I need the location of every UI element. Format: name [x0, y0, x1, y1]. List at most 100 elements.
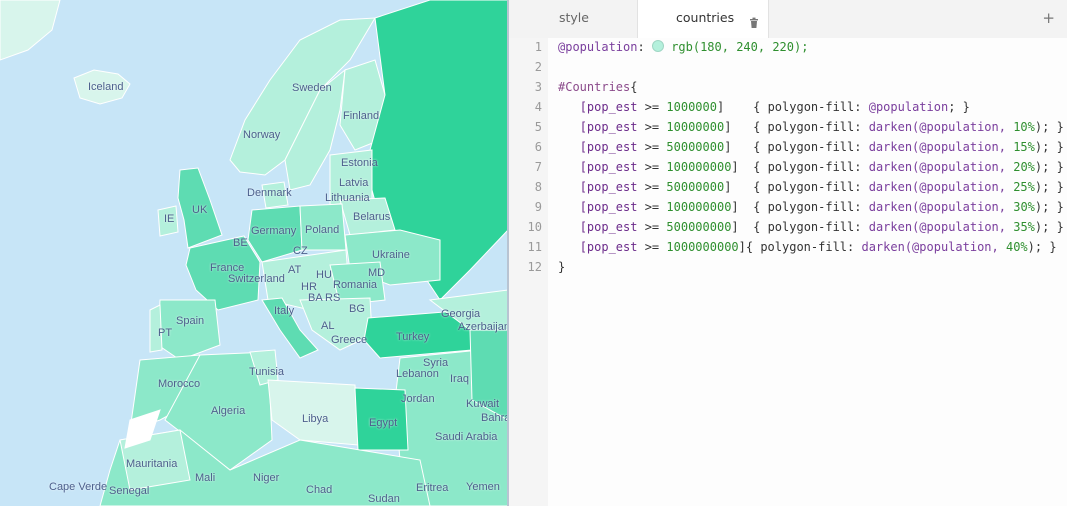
rule-arg: 25%: [1013, 180, 1035, 194]
filter-field: [pop_est: [579, 100, 638, 114]
filter-value: 50000000: [666, 180, 725, 194]
rule-value: darken(@population,: [868, 140, 1014, 154]
line-number: 7: [534, 160, 542, 174]
map-view[interactable]: Iceland Sweden Norway Finland Estonia La…: [0, 0, 508, 506]
trash-icon[interactable]: [748, 7, 760, 28]
label-italy: Italy: [274, 305, 295, 317]
label-spain: Spain: [176, 315, 205, 327]
spacing: [731, 140, 745, 154]
line-number: 8: [534, 180, 542, 194]
rule-end: ); }: [1034, 200, 1064, 214]
selector: #Countries: [558, 80, 631, 94]
rule-value: @population: [868, 100, 949, 114]
spacing: [731, 120, 745, 134]
rule-arg: 15%: [1013, 140, 1035, 154]
label-latvia: Latvia: [339, 177, 369, 189]
color-swatch-icon[interactable]: [651, 40, 664, 52]
rule-end: ); }: [1034, 180, 1064, 194]
code-line-11: [pop_est >= 1000000000]{ polygon-fill: d…: [558, 240, 1057, 254]
rule-arg: 30%: [1013, 200, 1035, 214]
rule-end: ); }: [1034, 140, 1064, 154]
line-number: 6: [534, 140, 542, 154]
filter-close: ]: [738, 240, 746, 254]
label-azerbaijan: Azerbaijan: [458, 321, 508, 333]
filter-field: [pop_est: [579, 140, 638, 154]
filter-field: [pop_est: [579, 200, 638, 214]
label-yemen: Yemen: [466, 481, 500, 493]
rule-value: darken(@population,: [868, 220, 1014, 234]
label-morocco: Morocco: [158, 378, 201, 390]
code-line-10: [pop_est >= 500000000] { polygon-fill: d…: [558, 220, 1064, 234]
line-number: 1: [534, 40, 542, 54]
spacing: [739, 200, 746, 214]
rule-value: darken(@population,: [861, 240, 1006, 254]
label-lebanon: Lebanon: [396, 368, 439, 380]
label-al: AL: [321, 320, 335, 332]
rule-end: ); }: [1034, 220, 1064, 234]
filter-op: >=: [637, 120, 667, 134]
rule: { polygon-fill:: [745, 240, 862, 254]
filter-op: >=: [637, 140, 667, 154]
label-cape-verde: Cape Verde: [49, 481, 108, 493]
rule-end: ); }: [1034, 160, 1064, 174]
label-sudan: Sudan: [368, 493, 400, 505]
label-at: AT: [288, 264, 302, 276]
spacing: [724, 100, 746, 114]
filter-value: 10000000: [666, 120, 725, 134]
filter-value: 500000000: [666, 220, 732, 234]
filter-field: [pop_est: [579, 120, 638, 134]
rule-value: darken(@population,: [868, 160, 1014, 174]
label-mauritania: Mauritania: [126, 458, 178, 470]
rule-arg: 20%: [1013, 160, 1035, 174]
line-number: 11: [527, 240, 542, 254]
label-romania: Romania: [333, 279, 378, 291]
label-hu: HU: [316, 269, 332, 281]
label-libya: Libya: [302, 413, 329, 425]
label-norway: Norway: [243, 129, 281, 141]
line-number: 10: [527, 220, 542, 234]
label-egypt: Egypt: [369, 417, 398, 429]
code-line-5: [pop_est >= 10000000] { polygon-fill: da…: [558, 120, 1064, 134]
filter-field: [pop_est: [579, 220, 638, 234]
rule: { polygon-fill:: [753, 180, 869, 194]
line-number: 3: [534, 80, 542, 94]
tab-countries-label: countries: [676, 10, 735, 25]
filter-op: >=: [637, 180, 667, 194]
code-line-9: [pop_est >= 100000000] { polygon-fill: d…: [558, 200, 1064, 214]
label-chad: Chad: [306, 484, 333, 496]
label-poland: Poland: [305, 224, 340, 236]
rule-end: ); }: [1027, 240, 1057, 254]
close-brace: }: [558, 260, 566, 274]
variable-name: @population: [558, 40, 638, 54]
label-germany: Germany: [251, 225, 297, 237]
line-number: 2: [534, 60, 542, 74]
filter-field: [pop_est: [579, 240, 638, 254]
spacing: [739, 220, 746, 234]
rule-value: darken(@population,: [868, 120, 1014, 134]
code-line-3: #Countries{: [558, 80, 637, 94]
label-pt: PT: [158, 327, 173, 339]
code-line-1: @population: rgb(180, 240, 220);: [558, 40, 808, 54]
label-kuwait: Kuwait: [466, 398, 500, 410]
rule-arg: 35%: [1013, 220, 1035, 234]
label-lithuania: Lithuania: [325, 192, 370, 204]
add-tab-button[interactable]: +: [1042, 0, 1055, 36]
label-estonia: Estonia: [341, 157, 378, 169]
label-ba: BA: [308, 292, 323, 304]
map-canvas[interactable]: [0, 0, 508, 506]
label-finland: Finland: [343, 110, 380, 122]
label-greece: Greece: [331, 334, 368, 346]
filter-value: 1000000: [666, 100, 717, 114]
rule: { polygon-fill:: [753, 100, 869, 114]
rule-end: ); }: [1034, 120, 1064, 134]
label-iraq: Iraq: [450, 373, 469, 385]
filter-value: 100000000: [666, 200, 732, 214]
code-area[interactable]: @population: rgb(180, 240, 220); #Countr…: [548, 38, 1067, 506]
colon: :: [637, 40, 645, 54]
tab-style[interactable]: style: [509, 0, 637, 38]
rule: { polygon-fill:: [753, 160, 869, 174]
line-number: 4: [534, 100, 542, 114]
rule-end: ; }: [948, 100, 970, 114]
label-senegal: Senegal: [109, 485, 150, 497]
tab-countries[interactable]: countries: [637, 0, 769, 39]
